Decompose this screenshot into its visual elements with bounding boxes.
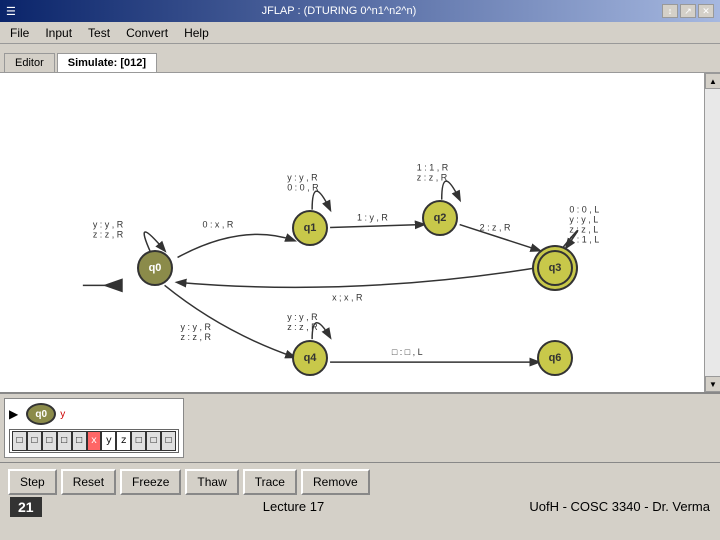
svg-text:0 : x , R: 0 : x , R <box>202 220 233 230</box>
canvas-area[interactable]: 0 : x , R y : y , R z : z , R y : y , R … <box>0 73 704 392</box>
scroll-down-button[interactable]: ▼ <box>705 376 720 392</box>
menu-input[interactable]: Input <box>39 24 78 42</box>
tab-simulate[interactable]: Simulate: [012] <box>57 53 157 72</box>
state-q4[interactable]: q4 <box>292 340 328 376</box>
state-q6[interactable]: q6 <box>537 340 573 376</box>
tape-cell-10: □ <box>161 431 176 451</box>
svg-text:2 : z , R: 2 : z , R <box>480 223 511 233</box>
sim-current-state: q0 <box>26 403 56 425</box>
tape-cell-9: □ <box>146 431 161 451</box>
state-q2[interactable]: q2 <box>422 200 458 236</box>
main-content: 0 : x , R y : y , R z : z , R y : y , R … <box>0 72 720 392</box>
svg-text:z : z , R: z : z , R <box>93 229 124 239</box>
svg-text:z : z , L: z : z , L <box>569 225 598 235</box>
graph-canvas: 0 : x , R y : y , R z : z , R y : y , R … <box>0 73 704 392</box>
tape-cell-4: □ <box>72 431 87 451</box>
tape-cell-5: x <box>87 431 102 451</box>
title-bar-title: JFLAP : (DTURING 0^n1^n2^n) <box>16 5 662 17</box>
menu-file[interactable]: File <box>4 24 35 42</box>
scroll-up-button[interactable]: ▲ <box>705 73 720 89</box>
svg-text:□ : □ , L: □ : □ , L <box>392 347 423 357</box>
sim-arrow-icon: ▶ <box>9 407 18 421</box>
menu-bar: File Input Test Convert Help <box>0 22 720 44</box>
title-bar-icon: ☰ <box>6 5 16 18</box>
tape-cell-7: z <box>116 431 131 451</box>
tab-editor[interactable]: Editor <box>4 53 55 72</box>
maximize-button[interactable]: ↗ <box>680 4 696 18</box>
remove-button[interactable]: Remove <box>301 469 370 495</box>
svg-text:1 : y , R: 1 : y , R <box>357 213 388 223</box>
tape-cell-2: □ <box>42 431 57 451</box>
status-right-text: UofH - COSC 3340 - Dr. Verma <box>529 499 710 514</box>
status-center-text: Lecture 17 <box>58 499 530 514</box>
svg-text:z : z , R: z : z , R <box>287 322 318 332</box>
menu-help[interactable]: Help <box>178 24 215 42</box>
tab-bar: Editor Simulate: [012] <box>0 44 720 72</box>
thaw-button[interactable]: Thaw <box>185 469 238 495</box>
svg-text:y : y , R: y : y , R <box>93 220 124 230</box>
simulation-panel: ▶ q0 y □ □ □ □ □ x y z □ □ □ Step Reset <box>0 392 720 492</box>
svg-text:0 : 0 , R: 0 : 0 , R <box>287 183 319 193</box>
trace-button[interactable]: Trace <box>243 469 297 495</box>
title-bar: ☰ JFLAP : (DTURING 0^n1^n2^n) ↕ ↗ ✕ <box>0 0 720 22</box>
svg-text:z : z , R: z : z , R <box>417 173 448 183</box>
sim-state-row: ▶ q0 y <box>9 403 179 425</box>
svg-text:y : y , R: y : y , R <box>287 173 318 183</box>
svg-text:y : y , R: y : y , R <box>181 322 212 332</box>
tape-cell-6: y <box>101 431 116 451</box>
sim-y-label: y <box>60 409 65 420</box>
close-button[interactable]: ✕ <box>698 4 714 18</box>
sim-tape: □ □ □ □ □ x y z □ □ □ <box>9 429 179 453</box>
scroll-track[interactable] <box>705 89 720 376</box>
freeze-button[interactable]: Freeze <box>120 469 181 495</box>
sim-right-panel <box>188 398 716 458</box>
sim-left-panel: ▶ q0 y □ □ □ □ □ x y z □ □ □ <box>4 398 184 458</box>
slide-number: 21 <box>10 497 42 517</box>
menu-convert[interactable]: Convert <box>120 24 174 42</box>
step-button[interactable]: Step <box>8 469 57 495</box>
tape-cell-0: □ <box>12 431 27 451</box>
state-q0[interactable]: q0 <box>137 250 173 286</box>
state-q3[interactable]: q3 <box>537 250 573 286</box>
svg-text:x ; x , R: x ; x , R <box>332 292 363 302</box>
menu-test[interactable]: Test <box>82 24 116 42</box>
vertical-scrollbar[interactable]: ▲ ▼ <box>704 73 720 392</box>
svg-text:1 : 1 , L: 1 : 1 , L <box>569 234 599 244</box>
title-bar-controls: ↕ ↗ ✕ <box>662 4 714 18</box>
svg-text:y : y , L: y : y , L <box>569 215 598 225</box>
button-bar: Step Reset Freeze Thaw Trace Remove <box>0 462 720 501</box>
minimize-button[interactable]: ↕ <box>662 4 678 18</box>
state-q1[interactable]: q1 <box>292 210 328 246</box>
svg-text:y : y , R: y : y , R <box>287 312 318 322</box>
svg-text:0 : 0 , L: 0 : 0 , L <box>569 205 599 215</box>
tape-cell-1: □ <box>27 431 42 451</box>
svg-text:z : z , R: z : z , R <box>181 332 212 342</box>
tape-cell-8: □ <box>131 431 146 451</box>
reset-button[interactable]: Reset <box>61 469 116 495</box>
svg-text:1 : 1 , R: 1 : 1 , R <box>417 163 449 173</box>
sim-content: ▶ q0 y □ □ □ □ □ x y z □ □ □ <box>0 394 720 462</box>
tape-cell-3: □ <box>57 431 72 451</box>
